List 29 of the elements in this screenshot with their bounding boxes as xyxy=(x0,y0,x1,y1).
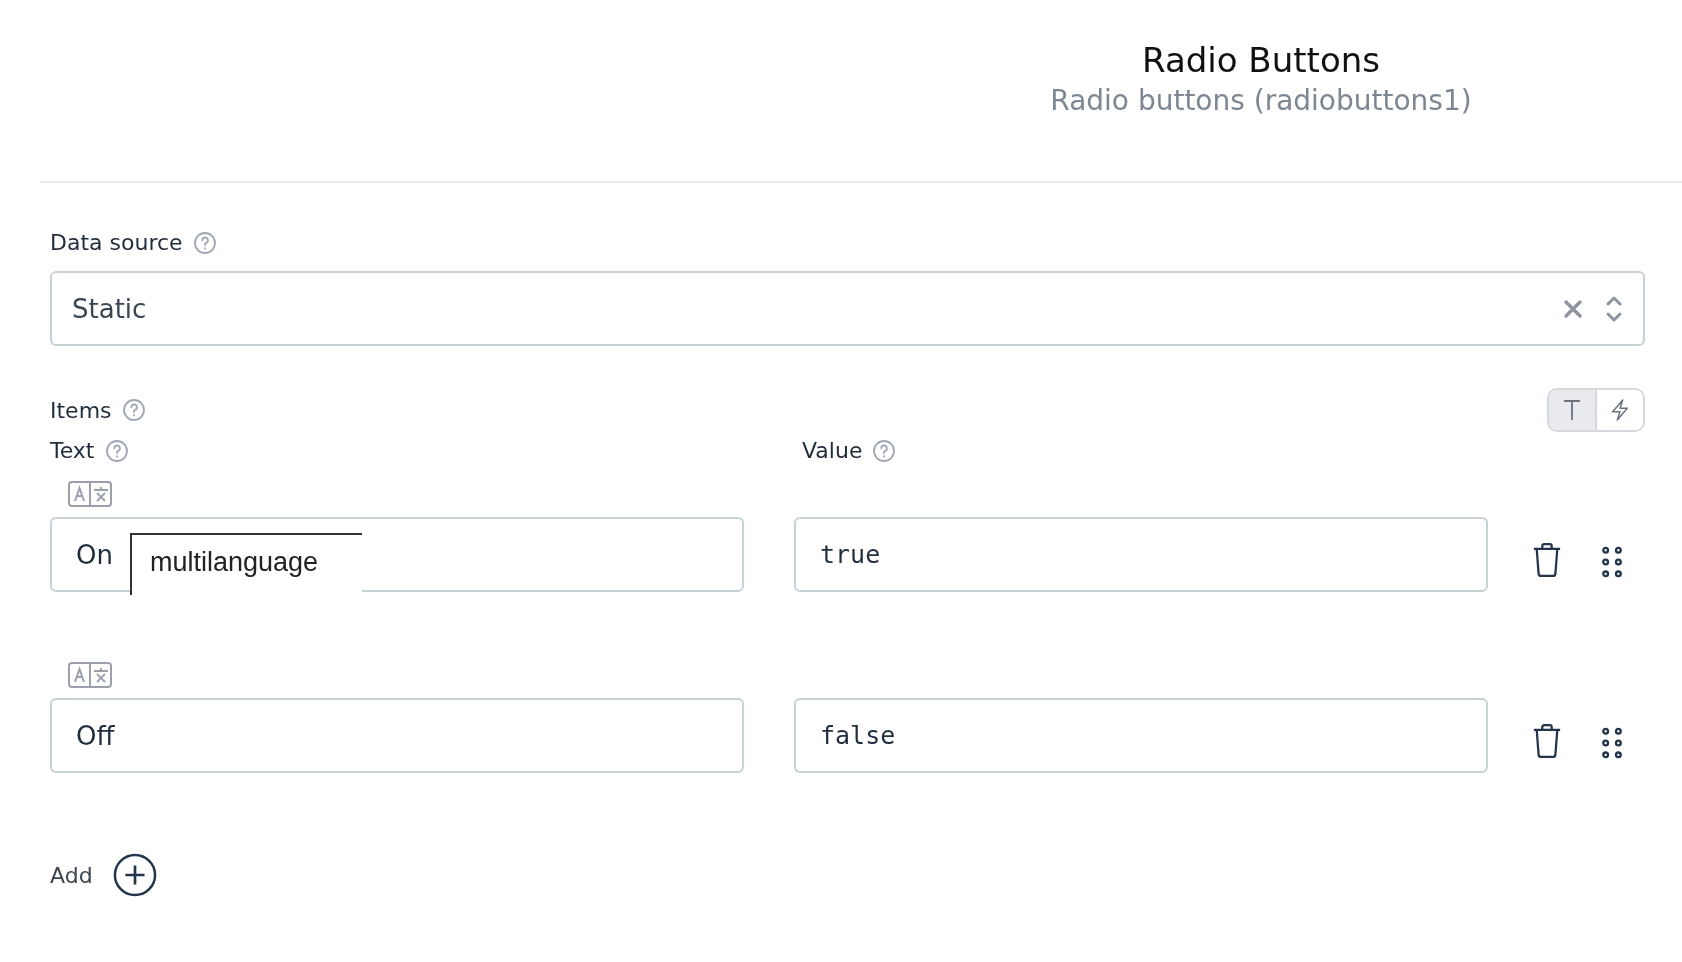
translate-icon[interactable] xyxy=(68,481,112,507)
lightning-icon[interactable] xyxy=(1609,398,1631,422)
field-label: Data source xyxy=(50,230,183,255)
value-input[interactable]: false xyxy=(794,698,1488,773)
trash-icon[interactable] xyxy=(1532,723,1562,759)
column-label: Value xyxy=(802,438,863,463)
help-icon[interactable] xyxy=(192,230,217,255)
panel-subtitle: Radio buttons (radiobuttons1) xyxy=(1050,84,1472,117)
trash-icon[interactable] xyxy=(1532,542,1562,578)
translate-icon[interactable] xyxy=(68,662,112,688)
field-label: Items xyxy=(50,397,112,423)
tooltip: multilanguage xyxy=(130,533,362,595)
drag-handle-icon[interactable] xyxy=(1602,727,1622,759)
text-input[interactable]: On multilanguage xyxy=(50,517,744,592)
dynamic-mode-toggle[interactable] xyxy=(1595,390,1643,430)
text-mode-toggle[interactable] xyxy=(1549,390,1595,430)
clear-icon[interactable] xyxy=(1563,298,1583,319)
data-source-select[interactable]: Static xyxy=(50,271,1645,346)
value-input[interactable]: true xyxy=(794,517,1488,592)
panel-title: Radio Buttons xyxy=(1142,40,1380,80)
help-icon[interactable] xyxy=(872,438,897,463)
plus-circle-icon[interactable] xyxy=(112,853,157,897)
drag-handle-icon[interactable] xyxy=(1602,546,1622,578)
help-icon[interactable] xyxy=(121,398,146,422)
add-button[interactable]: Add xyxy=(50,853,157,897)
column-label: Text xyxy=(50,438,95,463)
text-input[interactable]: Off xyxy=(50,698,744,773)
help-icon[interactable] xyxy=(104,438,129,463)
letter-t-icon[interactable] xyxy=(1562,398,1582,422)
